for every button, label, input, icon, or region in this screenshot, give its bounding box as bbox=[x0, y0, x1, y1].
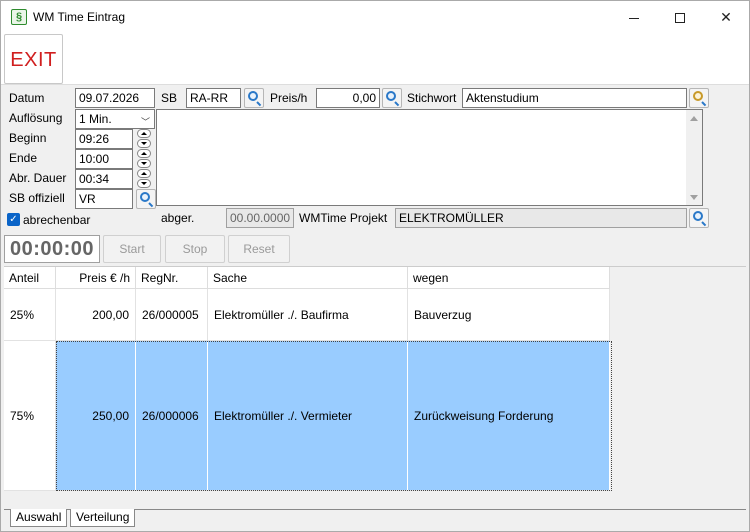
column-header-preis[interactable]: Preis € /h bbox=[56, 267, 136, 289]
datum-label: Datum bbox=[9, 91, 45, 105]
abr-dauer-label: Abr. Dauer bbox=[9, 171, 67, 185]
close-icon: ✕ bbox=[720, 9, 732, 25]
app-window: § WM Time Eintrag ✕ EXIT Datum Auflösung… bbox=[0, 0, 750, 532]
table-row-2-regnr[interactable]: 26/000006 bbox=[136, 341, 208, 491]
stepper-up-icon[interactable] bbox=[137, 169, 151, 178]
window-title: WM Time Eintrag bbox=[33, 10, 126, 24]
stepper-down-icon[interactable] bbox=[137, 159, 151, 168]
beginn-label: Beginn bbox=[9, 131, 47, 145]
projekt-field[interactable]: ELEKTROMÜLLER bbox=[395, 208, 687, 228]
maximize-button[interactable] bbox=[657, 1, 703, 33]
start-button[interactable]: Start bbox=[103, 235, 161, 263]
sb-label: SB bbox=[161, 91, 178, 105]
table-row-2-anteil[interactable]: 75% bbox=[4, 341, 56, 491]
memo-textarea[interactable] bbox=[156, 109, 703, 206]
title-bar: § WM Time Eintrag ✕ bbox=[1, 1, 749, 33]
beginn-field[interactable]: 09:26 bbox=[75, 129, 133, 149]
table-row-1-wegen[interactable]: Bauverzug bbox=[408, 289, 610, 341]
toolbar: EXIT bbox=[1, 33, 749, 85]
table-row-1-anteil[interactable]: 25% bbox=[4, 289, 56, 341]
abrechenbar-label: abrechenbar bbox=[23, 213, 91, 227]
ende-label: Ende bbox=[9, 151, 38, 165]
column-header-sache[interactable]: Sache bbox=[208, 267, 408, 289]
stichwort-label: Stichwort bbox=[407, 91, 457, 105]
tag-search-icon bbox=[693, 91, 703, 101]
table-row-2-wegen[interactable]: Zurückweisung Forderung bbox=[408, 341, 610, 491]
scroll-up-icon[interactable] bbox=[690, 116, 698, 121]
projekt-label: WMTime Projekt bbox=[299, 211, 388, 225]
aufloesung-value: 1 Min. bbox=[79, 112, 112, 126]
abger-label: abger. bbox=[161, 211, 195, 225]
preis-field[interactable]: 0,00 bbox=[316, 88, 380, 108]
ende-stepper[interactable] bbox=[136, 149, 152, 169]
aufloesung-label: Auflösung bbox=[9, 111, 63, 125]
reset-button[interactable]: Reset bbox=[228, 235, 290, 263]
sb-search-button[interactable] bbox=[244, 88, 264, 108]
stop-button[interactable]: Stop bbox=[165, 235, 225, 263]
table-row-1-preis[interactable]: 200,00 bbox=[56, 289, 136, 341]
table-row-1-sache[interactable]: Elektromüller ./. Baufirma bbox=[208, 289, 408, 341]
sb-field[interactable]: RA-RR bbox=[186, 88, 241, 108]
sb-offiziell-label: SB offiziell bbox=[9, 191, 65, 205]
sb-offiziell-search-button[interactable] bbox=[136, 189, 156, 209]
datum-field[interactable]: 09.07.2026 bbox=[75, 88, 155, 108]
memo-scrollbar[interactable] bbox=[686, 110, 702, 205]
minimize-button[interactable] bbox=[611, 1, 657, 33]
aufloesung-select[interactable]: 1 Min. ﹀ bbox=[75, 109, 155, 129]
table-row-1-regnr[interactable]: 26/000005 bbox=[136, 289, 208, 341]
preis-search-button[interactable] bbox=[382, 88, 402, 108]
column-header-wegen[interactable]: wegen bbox=[408, 267, 610, 289]
stepper-down-icon[interactable] bbox=[137, 179, 151, 188]
minimize-icon bbox=[629, 17, 639, 19]
column-header-anteil[interactable]: Anteil bbox=[4, 267, 56, 289]
sb-offiziell-field[interactable]: VR bbox=[75, 189, 133, 209]
table-row-2-sache[interactable]: Elektromüller ./. Vermieter bbox=[208, 341, 408, 491]
stepper-up-icon[interactable] bbox=[137, 149, 151, 158]
tab-bar: Auswahl Verteilung bbox=[4, 509, 746, 529]
stepper-down-icon[interactable] bbox=[137, 139, 151, 148]
search-icon bbox=[140, 192, 150, 202]
beginn-stepper[interactable] bbox=[136, 129, 152, 149]
search-icon bbox=[248, 91, 258, 101]
timer-display: 00:00:00 bbox=[4, 235, 100, 263]
search-icon bbox=[386, 91, 396, 101]
abger-field: 00.00.0000 bbox=[226, 208, 294, 228]
section-sign-icon: § bbox=[11, 9, 27, 25]
abr-dauer-field[interactable]: 00:34 bbox=[75, 169, 133, 189]
tab-verteilung[interactable]: Verteilung bbox=[70, 509, 136, 527]
table-row-2-preis[interactable]: 250,00 bbox=[56, 341, 136, 491]
preis-label: Preis/h bbox=[270, 91, 308, 105]
abrechenbar-checkbox[interactable]: ✓ bbox=[7, 213, 20, 226]
abr-dauer-stepper[interactable] bbox=[136, 169, 152, 189]
tab-auswahl[interactable]: Auswahl bbox=[10, 509, 68, 527]
close-button[interactable]: ✕ bbox=[703, 1, 749, 33]
stichwort-field[interactable]: Aktenstudium bbox=[462, 88, 687, 108]
stichwort-lookup-button[interactable] bbox=[689, 88, 709, 108]
column-header-regnr[interactable]: RegNr. bbox=[136, 267, 208, 289]
scroll-down-icon[interactable] bbox=[690, 195, 698, 200]
maximize-icon bbox=[675, 13, 685, 24]
search-icon bbox=[693, 211, 703, 221]
distribution-table: Anteil Preis € /h RegNr. Sache wegen 25%… bbox=[4, 266, 746, 509]
stepper-up-icon[interactable] bbox=[137, 129, 151, 138]
ende-field[interactable]: 10:00 bbox=[75, 149, 133, 169]
chevron-down-icon: ﹀ bbox=[140, 117, 150, 127]
exit-button[interactable]: EXIT bbox=[4, 34, 63, 84]
projekt-search-button[interactable] bbox=[689, 208, 709, 228]
